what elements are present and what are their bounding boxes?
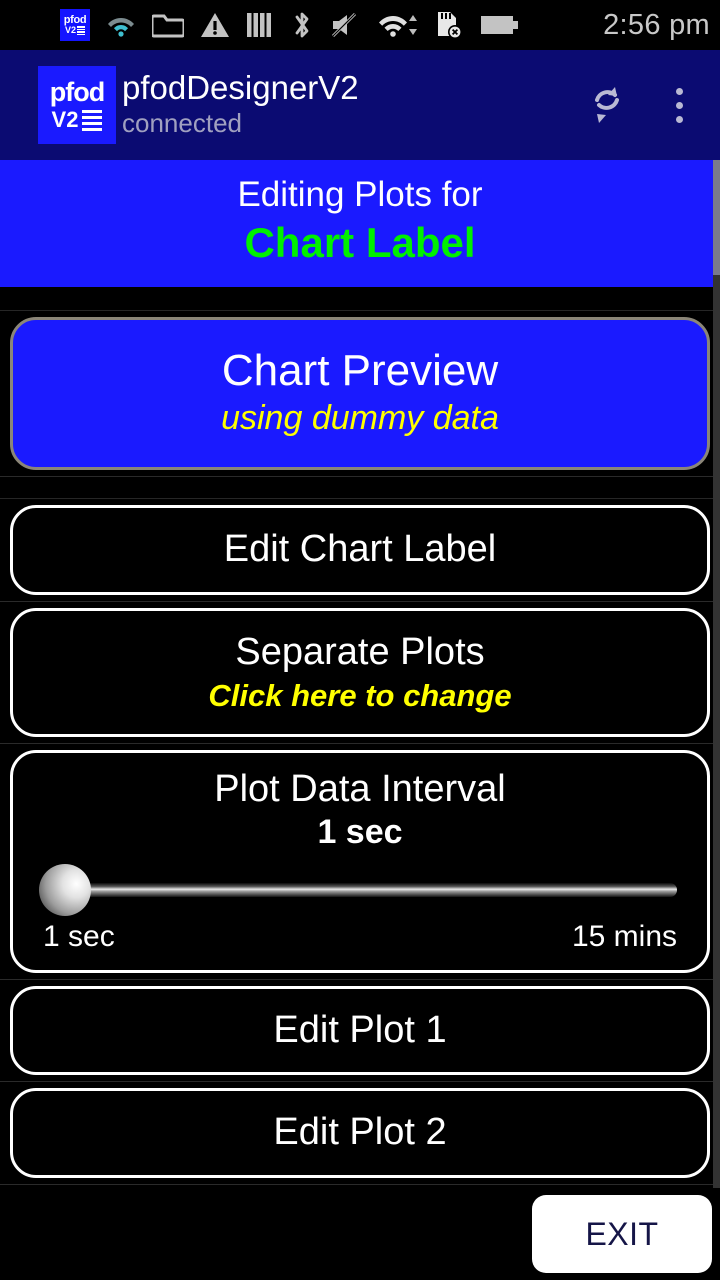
app-title: pfodDesignerV2 [122,69,359,107]
banner-chart-label: Chart Label [244,218,476,266]
chart-preview-title: Chart Preview [221,345,499,395]
wifi-weak-icon [106,8,136,42]
edit-chart-label-title: Edit Chart Label [223,528,497,571]
refresh-icon[interactable] [584,77,630,133]
chart-preview-subtitle: using dummy data [221,399,499,438]
app-logo: pfod V2 [38,66,116,144]
spacer-after-preview [0,477,720,500]
row-separate-plots: Separate Plots Click here to change [0,601,720,744]
slider-thumb[interactable] [39,863,91,916]
separate-plots-button[interactable]: Separate Plots Click here to change [10,607,710,737]
banner-line-1: Editing Plots for [237,175,483,214]
row-plot-data-interval: Plot Data Interval 1 sec 1 sec 15 mins [0,743,720,980]
row-edit-plot-1: Edit Plot 1 [0,979,720,1083]
scrollbar-track[interactable] [713,160,720,1188]
plot-data-interval-title: Plot Data Interval [214,767,506,810]
row-chart-preview: Chart Preview using dummy data [0,310,720,478]
folder-icon [152,8,184,42]
exit-button[interactable]: EXIT [532,1195,712,1273]
app-logo-line2: V2 [51,107,79,132]
bluetooth-icon [290,8,314,42]
row-edit-plot-2: Edit Plot 2 [0,1082,720,1185]
app-root: pfod V2 2:56 pm pfod V2 pfodDesignerV2 c… [0,0,720,1280]
edit-plot-2-title: Edit Plot 2 [273,1111,447,1154]
overflow-menu-icon[interactable] [656,77,702,133]
plot-data-interval-value: 1 sec [317,812,403,851]
slider-min-label: 1 sec [43,919,115,953]
status-bar: pfod V2 2:56 pm [0,0,720,50]
app-bar-actions [584,77,702,133]
app-bar: pfod V2 pfodDesignerV2 connected [0,50,720,160]
edit-chart-label-button[interactable]: Edit Chart Label [10,505,710,595]
separate-plots-title: Separate Plots [235,630,485,673]
app-bar-titles: pfodDesignerV2 connected [122,69,584,139]
slider-range-labels: 1 sec 15 mins [39,920,681,954]
footer-bar: EXIT [0,1188,720,1280]
menu-lines-icon [82,109,103,131]
connection-status: connected [122,107,242,138]
plot-data-interval-card: Plot Data Interval 1 sec 1 sec 15 mins [10,749,710,973]
edit-plot-2-button[interactable]: Edit Plot 2 [10,1088,710,1178]
spacer-top [0,288,720,311]
editing-banner: Editing Plots for Chart Label [0,160,720,289]
chart-preview-button[interactable]: Chart Preview using dummy data [10,316,710,471]
slider-max-label: 15 mins [571,919,677,953]
plot-data-interval-slider[interactable] [39,862,681,918]
scrollbar-thumb[interactable] [713,160,720,275]
wifi-icon [378,8,418,42]
content-scroll-area: Editing Plots for Chart Label Chart Prev… [0,160,720,1188]
slider-track[interactable] [61,882,677,897]
edit-plot-1-title: Edit Plot 1 [273,1008,447,1051]
pfod-app-icon: pfod V2 [60,8,90,42]
volume-muted-icon [330,8,362,42]
row-edit-chart-label: Edit Chart Label [0,499,720,602]
battery-icon [480,8,520,42]
status-bar-clock: 2:56 pm [603,8,710,41]
app-logo-line1: pfod [49,77,105,107]
signal-bars-icon [246,8,274,42]
status-bar-icons: pfod V2 [60,8,593,42]
separate-plots-subtitle: Click here to change [208,677,512,713]
warning-icon [200,8,230,42]
edit-plot-1-button[interactable]: Edit Plot 1 [10,985,710,1076]
sd-card-removed-icon [434,8,464,42]
